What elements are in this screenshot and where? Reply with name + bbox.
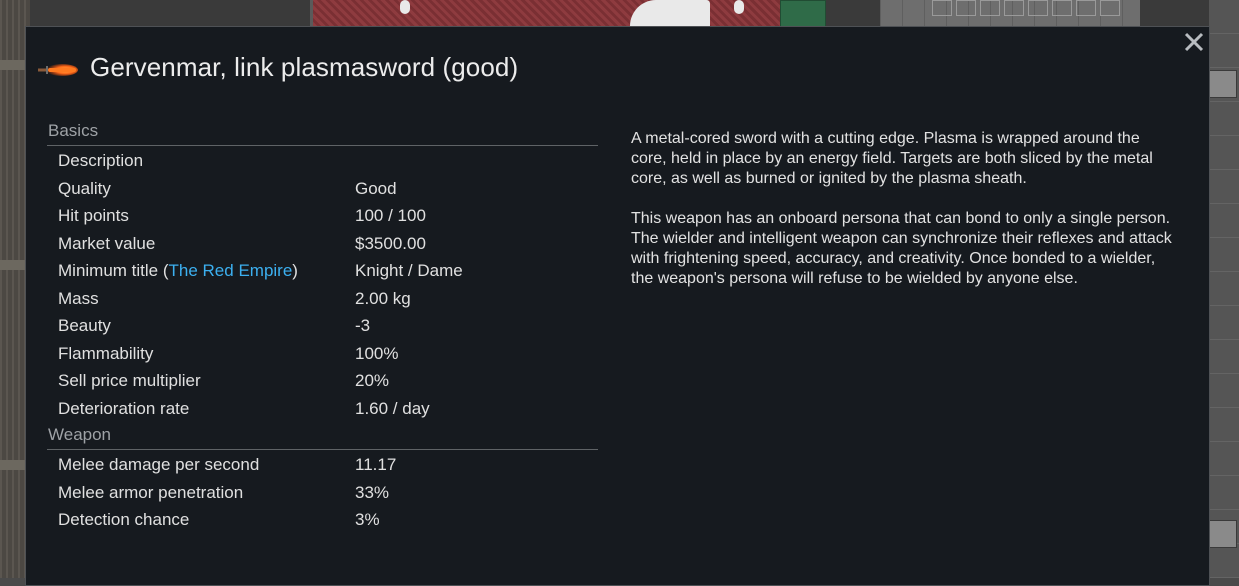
stat-label: Melee damage per second	[58, 455, 260, 474]
section-header-basics: Basics	[47, 118, 598, 146]
description-paragraph-2: This weapon has an onboard persona that …	[631, 210, 1172, 287]
stat-value: 11.17	[355, 455, 397, 474]
stat-row-minimum-title[interactable]: Minimum title (The Red Empire) Knight / …	[47, 257, 598, 285]
stats-table: Basics Description Quality Good Hit poin…	[47, 118, 598, 534]
stat-value: 100%	[355, 343, 399, 363]
stat-value: 2.00 kg	[355, 288, 411, 308]
stat-label: Minimum title (The Red Empire)	[58, 261, 298, 280]
storage-crate	[780, 0, 826, 28]
item-description: A metal-cored sword with a cutting edge.…	[631, 129, 1176, 309]
description-paragraph-1: A metal-cored sword with a cutting edge.…	[631, 130, 1153, 187]
stat-value: 1.60 / day	[355, 398, 430, 418]
stat-row-detection-chance[interactable]: Detection chance 3%	[47, 506, 598, 534]
lamp-icon	[400, 0, 410, 14]
stat-value: 20%	[355, 371, 390, 390]
stat-label: Flammability	[58, 343, 154, 363]
stat-label: Melee armor penetration	[58, 482, 244, 502]
stat-label: Sell price multiplier	[58, 371, 201, 390]
wall-right	[1209, 0, 1239, 578]
carpet-area	[310, 0, 783, 26]
section-header-weapon: Weapon	[47, 422, 598, 450]
top-map-strip	[30, 0, 1209, 28]
stat-value: 33%	[355, 482, 390, 502]
item-title: Gervenmar, link plasmasword (good)	[90, 52, 519, 82]
stat-value: -3	[355, 316, 371, 335]
stat-label: Quality	[58, 178, 111, 198]
stat-value: 100 / 100	[355, 206, 426, 225]
stat-label: Market value	[58, 233, 156, 253]
stat-row-sell-price-multiplier[interactable]: Sell price multiplier 20%	[47, 367, 598, 395]
stat-value: Good	[355, 178, 397, 198]
stat-row-description[interactable]: Description	[47, 147, 598, 175]
item-info-window: Gervenmar, link plasmasword (good) Basic…	[25, 26, 1210, 586]
grey-room	[880, 0, 1140, 26]
stat-label: Deterioration rate	[58, 398, 190, 418]
stat-row-quality[interactable]: Quality Good	[47, 175, 598, 203]
stat-label: Description	[58, 151, 144, 170]
close-button[interactable]	[1183, 31, 1205, 53]
stat-label: Detection chance	[58, 510, 190, 529]
stat-row-market-value[interactable]: Market value $3500.00	[47, 230, 598, 258]
bed-icon	[630, 0, 710, 26]
stat-row-mass[interactable]: Mass 2.00 kg	[47, 285, 598, 313]
faction-link[interactable]: The Red Empire	[169, 261, 293, 280]
stat-label: Hit points	[58, 206, 129, 225]
plasmasword-icon	[36, 61, 78, 79]
stat-row-flammability[interactable]: Flammability 100%	[47, 340, 598, 368]
stat-label: Mass	[58, 288, 99, 308]
stat-row-deterioration-rate[interactable]: Deterioration rate 1.60 / day	[47, 395, 598, 423]
stat-row-hit-points[interactable]: Hit points 100 / 100	[47, 202, 598, 230]
close-icon	[1184, 32, 1204, 52]
stat-label: Beauty	[58, 316, 111, 335]
stat-value: 3%	[355, 510, 380, 529]
stat-value: $3500.00	[355, 233, 426, 253]
lamp-icon-2	[734, 0, 744, 14]
stat-row-beauty[interactable]: Beauty -3	[47, 312, 598, 340]
stat-row-melee-dps[interactable]: Melee damage per second 11.17	[47, 451, 598, 479]
stat-value: Knight / Dame	[355, 261, 463, 280]
stat-row-melee-armor-penetration[interactable]: Melee armor penetration 33%	[47, 479, 598, 507]
